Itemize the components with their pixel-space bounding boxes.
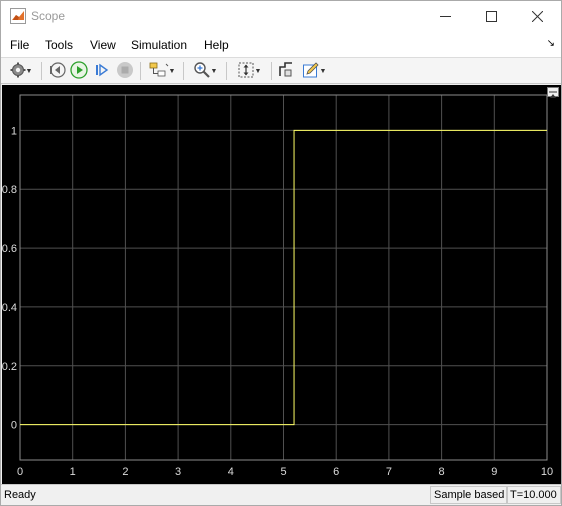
y-tick-label: 0.8	[2, 184, 17, 196]
highlight-block-icon	[149, 61, 169, 82]
pencil-icon	[302, 61, 320, 82]
stop-icon	[116, 61, 134, 82]
close-button[interactable]	[514, 1, 560, 32]
signal-properties-button[interactable]	[275, 61, 297, 81]
toolbar-divider	[183, 62, 184, 80]
simulation-time: T=10.000	[506, 486, 561, 504]
scope-display[interactable]: 0 1 2 3 4 5 6 7 8 9 10 0 0.2 0.4 0.6 0.8 1	[2, 85, 561, 484]
menu-help[interactable]: Help	[204, 38, 229, 52]
scope-window: Scope File Tools View Simulation Help ↘	[0, 0, 562, 506]
x-tick-label: 9	[491, 466, 497, 478]
step-back-button[interactable]	[46, 61, 68, 81]
x-tick-label: 0	[17, 466, 23, 478]
run-icon	[70, 60, 88, 82]
autoscale-icon	[237, 61, 255, 82]
x-tick-label: 8	[439, 466, 445, 478]
x-tick-label: 3	[175, 466, 181, 478]
chevron-down-icon: ▼	[25, 67, 33, 75]
status-ready: Ready	[4, 489, 36, 501]
matlab-icon	[10, 8, 26, 24]
menu-expand-icon[interactable]: ↘	[547, 38, 555, 49]
toolbar-divider	[271, 62, 272, 80]
y-tick-label: 0.2	[2, 361, 17, 373]
gear-icon	[10, 62, 26, 81]
maximize-button[interactable]	[468, 1, 514, 32]
x-tick-label: 10	[541, 466, 553, 478]
chevron-down-icon: ▼	[210, 67, 218, 75]
signal-properties-icon	[277, 61, 295, 82]
sample-mode-indicator: Sample based	[430, 486, 509, 504]
x-tick-label: 7	[386, 466, 392, 478]
step-forward-button[interactable]	[91, 61, 113, 81]
highlight-block-button[interactable]: ▼	[145, 61, 179, 81]
run-button[interactable]	[68, 60, 90, 82]
configuration-button[interactable]: ▼	[5, 61, 37, 81]
toolbar: ▼ ▼ ▼ ▼ ▼	[1, 57, 561, 84]
step-back-icon	[48, 61, 66, 82]
chevron-down-icon: ▼	[168, 67, 176, 75]
arrow-up-icon	[549, 91, 557, 98]
scope-plot: 0 1 2 3 4 5 6 7 8 9 10 0 0.2 0.4 0.6 0.8 1	[2, 94, 553, 478]
window-title: Scope	[31, 9, 66, 23]
menu-view[interactable]: View	[90, 38, 116, 52]
menu-tools[interactable]: Tools	[45, 38, 73, 52]
status-bar: Ready Sample based T=10.000	[1, 484, 561, 505]
style-button[interactable]: ▼	[298, 61, 330, 81]
chevron-down-icon: ▼	[254, 67, 262, 75]
title-bar: Scope	[1, 1, 561, 32]
y-tick-label: 0.4	[2, 302, 17, 314]
menu-simulation[interactable]: Simulation	[131, 38, 187, 52]
minimize-button[interactable]	[422, 1, 468, 32]
undock-button[interactable]	[547, 87, 559, 98]
stop-button[interactable]	[114, 61, 136, 81]
x-tick-label: 1	[70, 466, 76, 478]
zoom-button[interactable]: ▼	[188, 61, 222, 81]
x-tick-label: 2	[122, 466, 128, 478]
menu-bar: File Tools View Simulation Help ↘	[1, 32, 561, 57]
x-tick-label: 6	[333, 466, 339, 478]
toolbar-divider	[41, 62, 42, 80]
x-tick-label: 4	[228, 466, 234, 478]
y-tick-label: 0	[11, 420, 17, 432]
step-forward-icon	[93, 61, 111, 82]
y-tick-label: 1	[11, 125, 17, 137]
x-tick-label: 5	[280, 466, 286, 478]
zoom-icon	[193, 61, 211, 82]
menu-file[interactable]: File	[10, 38, 29, 52]
toolbar-divider	[140, 62, 141, 80]
toolbar-divider	[226, 62, 227, 80]
autoscale-button[interactable]: ▼	[231, 61, 267, 81]
y-tick-label: 0.6	[2, 243, 17, 255]
chevron-down-icon: ▼	[319, 67, 327, 75]
